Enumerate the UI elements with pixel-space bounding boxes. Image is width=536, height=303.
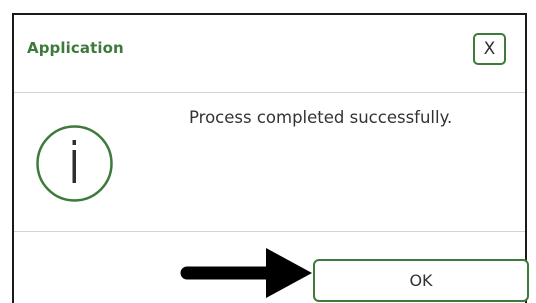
dialog-title: Application [27, 39, 124, 57]
footer-divider [14, 231, 525, 232]
ok-button[interactable]: OK [313, 259, 529, 302]
arrow-right-icon [180, 248, 312, 298]
ok-button-label: OK [409, 271, 433, 290]
close-icon: X [483, 39, 496, 59]
dialog-message: Process completed successfully. [189, 108, 453, 127]
close-button[interactable]: X [473, 33, 506, 65]
header-divider [14, 92, 525, 93]
info-icon [36, 125, 113, 202]
